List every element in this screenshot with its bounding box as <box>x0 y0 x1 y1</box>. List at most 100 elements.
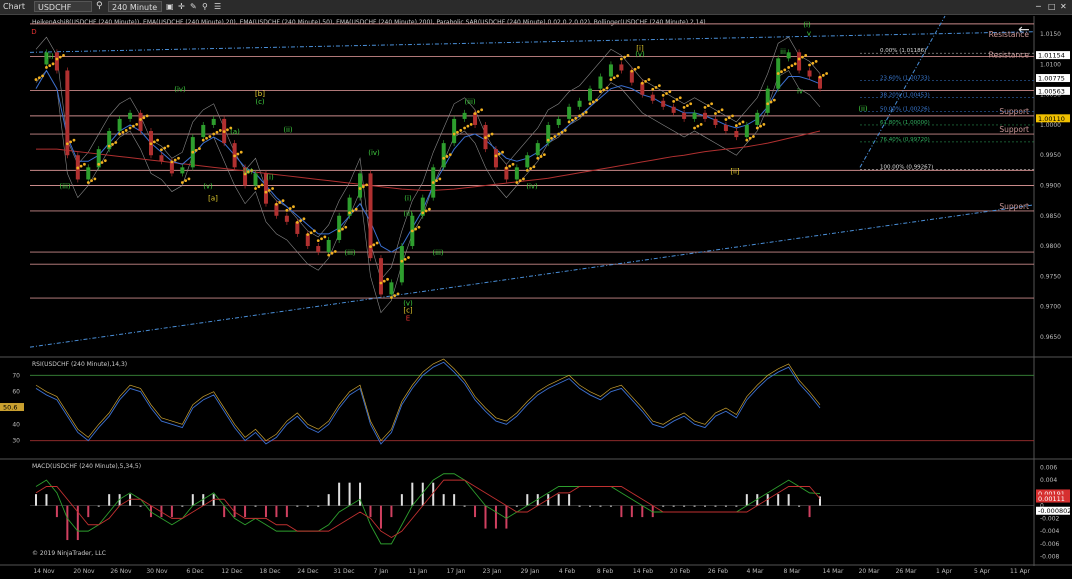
x-date-label: 14 Nov <box>33 568 55 575</box>
psar-dot <box>281 199 285 203</box>
psar-dot <box>351 209 355 213</box>
psar-dot <box>215 130 219 134</box>
x-date-label: 17 Jan <box>447 568 466 575</box>
candle-body <box>180 167 185 174</box>
psar-dot <box>783 68 787 72</box>
psar-dot <box>65 142 69 146</box>
psar-dot <box>762 122 766 126</box>
wave-label: [ii] <box>730 167 740 175</box>
x-date-label: 12 Dec <box>221 568 242 575</box>
psar-dot <box>103 159 107 163</box>
candle-body <box>797 52 802 71</box>
psar-dot <box>369 245 372 249</box>
macd-histogram-bar <box>693 505 696 507</box>
macd-histogram-bar <box>317 505 320 507</box>
x-date-label: 30 Nov <box>146 568 168 575</box>
macd-histogram-bar <box>724 505 727 507</box>
macd-histogram-bar <box>453 494 456 506</box>
x-date-label: 26 Mar <box>896 568 917 575</box>
wave-label: E <box>406 314 410 322</box>
macd-histogram-bar <box>620 505 623 518</box>
psar-dot <box>752 135 755 138</box>
candle-body <box>316 246 321 253</box>
psar-dot <box>456 130 459 134</box>
psar-dot <box>417 225 421 229</box>
psar-dot <box>469 122 473 126</box>
psar-dot <box>494 154 498 158</box>
psar-dot <box>358 187 362 190</box>
psar-dot <box>348 211 351 215</box>
price-label: 1.00563 <box>1038 87 1065 95</box>
psar-dot <box>616 74 619 78</box>
psar-dot <box>48 64 52 68</box>
psar-dot <box>619 57 623 61</box>
macd-histogram-bar <box>181 505 184 507</box>
macd-histogram-bar <box>379 505 382 529</box>
macd-histogram-bar <box>745 494 748 506</box>
psar-dot <box>665 92 668 95</box>
macd-histogram-bar <box>589 505 592 507</box>
psar-dot <box>142 116 146 120</box>
candle-body <box>692 112 697 119</box>
macd-histogram-bar <box>578 505 581 507</box>
psar-dot <box>393 294 397 298</box>
chart-canvas[interactable]: 1.01501.01001.00501.00000.99500.99000.98… <box>0 0 1072 579</box>
wave-label: iv <box>797 87 803 95</box>
macd-tick-label: -0.002 <box>1040 515 1060 522</box>
macd-histogram-bar <box>45 494 48 506</box>
candle-body <box>671 106 676 113</box>
macd-histogram-bar <box>704 505 707 507</box>
macd-tick-label: 0.006 <box>1040 464 1057 471</box>
macd-histogram-bar <box>108 494 111 506</box>
macd-signal-line <box>35 479 821 539</box>
psar-dot <box>93 177 97 181</box>
candle-body <box>650 94 655 101</box>
x-date-label: 20 Nov <box>73 568 95 575</box>
wave-label: D <box>31 28 36 36</box>
psar-dot <box>431 181 435 184</box>
psar-dot <box>76 166 80 170</box>
psar-dot <box>574 116 578 120</box>
macd-histogram-bar <box>557 494 560 506</box>
psar-dot <box>288 207 292 210</box>
x-date-label: 5 Apr <box>974 568 991 575</box>
psar-dot <box>539 155 543 158</box>
price-tick-label: 0.9900 <box>1040 183 1061 190</box>
level-label: Resistance <box>989 51 1030 60</box>
wave-label: v <box>807 29 811 37</box>
price-tick-label: 0.9850 <box>1040 213 1061 220</box>
macd-histogram-bar <box>55 505 58 518</box>
psar-dot <box>187 177 191 181</box>
x-date-label: 11 Apr <box>1010 568 1030 575</box>
psar-dot <box>484 136 487 140</box>
candle-body <box>661 100 666 107</box>
psar-dot <box>205 136 208 140</box>
psar-dot <box>184 179 188 183</box>
psar-dot <box>724 118 728 121</box>
candle-body <box>284 215 289 222</box>
psar-dot <box>45 66 48 69</box>
psar-dot <box>191 150 195 154</box>
psar-dot <box>333 250 337 253</box>
macd-histogram-bar <box>526 494 529 506</box>
psar-dot <box>72 138 76 142</box>
psar-dot <box>644 79 647 83</box>
wave-label: [b] <box>255 90 265 98</box>
psar-dot <box>222 130 226 134</box>
psar-dot <box>672 99 676 103</box>
psar-dot <box>487 134 491 138</box>
psar-dot <box>609 78 613 81</box>
candle-body <box>211 118 216 125</box>
x-date-label: 1 Apr <box>936 568 953 575</box>
candle-body <box>734 131 739 138</box>
psar-dot <box>560 130 564 134</box>
psar-dot <box>97 162 101 166</box>
candle-body <box>389 282 394 295</box>
psar-dot <box>124 129 128 132</box>
rsi-line <box>35 361 821 445</box>
rsi-tick-label: 70 <box>12 372 20 379</box>
psar-dot <box>100 161 104 164</box>
psar-dot <box>766 102 770 106</box>
rsi-tick-label: 30 <box>12 438 20 445</box>
psar-dot <box>480 108 484 112</box>
